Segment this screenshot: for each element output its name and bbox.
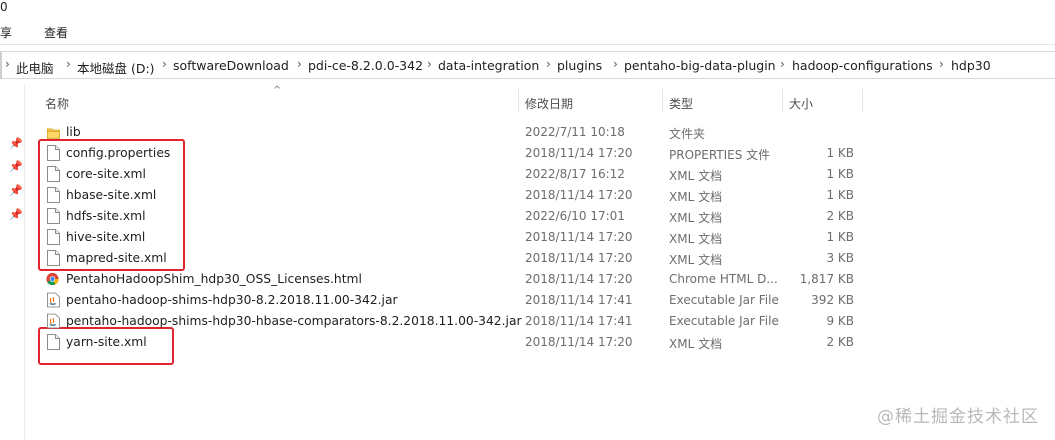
window-title-fragment: 0	[0, 0, 8, 14]
chrome-icon	[46, 271, 59, 287]
breadcrumb-hadoop-configurations[interactable]: hadoop-configurations	[792, 58, 933, 73]
breadcrumb-hdp30[interactable]: hdp30	[951, 58, 991, 73]
file-name: hdfs-site.xml	[66, 209, 146, 223]
file-name: lib	[66, 125, 81, 139]
pin-icon[interactable]: 📌	[9, 208, 23, 221]
pin-icon[interactable]: 📌	[9, 160, 23, 173]
file-type: XML 文档	[669, 211, 723, 225]
breadcrumb-plugins[interactable]: plugins	[557, 58, 602, 73]
chevron-right-icon[interactable]: ›	[546, 57, 551, 71]
breadcrumb-pentaho-big-data-plugin[interactable]: pentaho-big-data-plugin	[624, 58, 776, 73]
breadcrumb-this-pc[interactable]: 此电脑	[16, 58, 54, 77]
chevron-right-icon[interactable]: ›	[427, 57, 432, 71]
file-modified-date: 2022/6/10 17:01	[525, 209, 625, 223]
file-modified-date: 2018/11/14 17:20	[525, 335, 633, 349]
column-divider[interactable]	[862, 89, 863, 113]
column-header-modified[interactable]: 修改日期	[525, 95, 573, 112]
file-icon	[47, 250, 60, 266]
chevron-right-icon[interactable]: ›	[5, 57, 10, 71]
file-modified-date: 2018/11/14 17:20	[525, 230, 633, 244]
column-divider[interactable]	[662, 89, 663, 113]
jar-icon	[47, 292, 60, 308]
file-modified-date: 2018/11/14 17:20	[525, 251, 633, 265]
file-name: PentahoHadoopShim_hdp30_OSS_Licenses.htm…	[66, 272, 362, 286]
file-type: 文件夹	[669, 127, 706, 141]
ribbon-tab-view[interactable]: 查看	[44, 24, 68, 41]
file-size: 1 KB	[826, 167, 854, 181]
file-name: yarn-site.xml	[66, 335, 147, 349]
file-modified-date: 2018/11/14 17:20	[525, 146, 633, 160]
file-icon	[47, 187, 60, 203]
file-size: 3 KB	[826, 251, 854, 265]
navigation-pane-divider[interactable]	[24, 84, 25, 440]
file-size: 1 KB	[826, 188, 854, 202]
file-name: mapred-site.xml	[66, 251, 167, 265]
file-type: Chrome HTML D...	[669, 272, 778, 286]
file-size: 1 KB	[826, 230, 854, 244]
file-size: 1 KB	[826, 146, 854, 160]
file-modified-date: 2018/11/14 17:20	[525, 272, 633, 286]
file-name: pentaho-hadoop-shims-hdp30-8.2.2018.11.0…	[66, 293, 398, 307]
ribbon-divider	[0, 44, 1055, 45]
file-modified-date: 2018/11/14 17:41	[525, 314, 633, 328]
file-icon	[47, 145, 60, 161]
breadcrumb-data-integration[interactable]: data-integration	[438, 58, 539, 73]
file-type: XML 文档	[669, 253, 723, 267]
column-divider[interactable]	[518, 89, 519, 113]
file-size: 2 KB	[826, 335, 854, 349]
file-size: 1,817 KB	[799, 272, 854, 286]
column-header-name[interactable]: 名称	[45, 95, 69, 112]
column-divider[interactable]	[782, 89, 783, 113]
file-size: 392 KB	[811, 293, 854, 307]
file-name: hive-site.xml	[66, 230, 146, 244]
file-modified-date: 2018/11/14 17:41	[525, 293, 633, 307]
chevron-right-icon[interactable]: ›	[939, 57, 944, 71]
file-modified-date: 2022/8/17 16:12	[525, 167, 625, 181]
chevron-right-icon[interactable]: ›	[162, 57, 167, 71]
breadcrumb-software-download[interactable]: softwareDownload	[173, 58, 289, 73]
file-type: XML 文档	[669, 169, 723, 183]
column-header-type[interactable]: 类型	[669, 95, 693, 112]
file-modified-date: 2022/7/11 10:18	[525, 125, 625, 139]
file-icon	[47, 229, 60, 245]
file-icon	[47, 208, 60, 224]
file-type: XML 文档	[669, 190, 723, 204]
file-name: config.properties	[66, 146, 171, 160]
file-type: Executable Jar File	[669, 314, 779, 328]
ribbon-tab-share[interactable]: 享	[0, 24, 12, 41]
file-type: Executable Jar File	[669, 293, 779, 307]
folder-icon	[47, 125, 60, 141]
breadcrumb-local-disk[interactable]: 本地磁盘 (D:)	[77, 58, 155, 77]
file-size: 9 KB	[826, 314, 854, 328]
sort-ascending-icon: ^	[273, 85, 282, 96]
jar-icon	[47, 313, 60, 329]
column-header-size[interactable]: 大小	[789, 95, 813, 112]
file-size: 2 KB	[826, 209, 854, 223]
watermark: @稀土掘金技术社区	[877, 407, 1039, 427]
file-name: pentaho-hadoop-shims-hdp30-hbase-compara…	[66, 314, 522, 328]
file-icon	[47, 334, 60, 350]
chevron-right-icon[interactable]: ›	[66, 57, 71, 71]
pin-icon[interactable]: 📌	[9, 184, 23, 197]
file-name: core-site.xml	[66, 167, 146, 181]
file-type: PROPERTIES 文件	[669, 148, 771, 162]
chevron-right-icon[interactable]: ›	[780, 57, 785, 71]
pin-icon[interactable]: 📌	[9, 137, 23, 150]
file-type: XML 文档	[669, 337, 723, 351]
file-modified-date: 2018/11/14 17:20	[525, 188, 633, 202]
file-name: hbase-site.xml	[66, 188, 157, 202]
chevron-right-icon[interactable]: ›	[297, 57, 302, 71]
file-icon	[47, 166, 60, 182]
breadcrumb-pdi-ce[interactable]: pdi-ce-8.2.0.0-342	[308, 58, 423, 73]
address-bar-edge	[0, 51, 2, 79]
chevron-right-icon[interactable]: ›	[613, 57, 618, 71]
file-type: XML 文档	[669, 232, 723, 246]
